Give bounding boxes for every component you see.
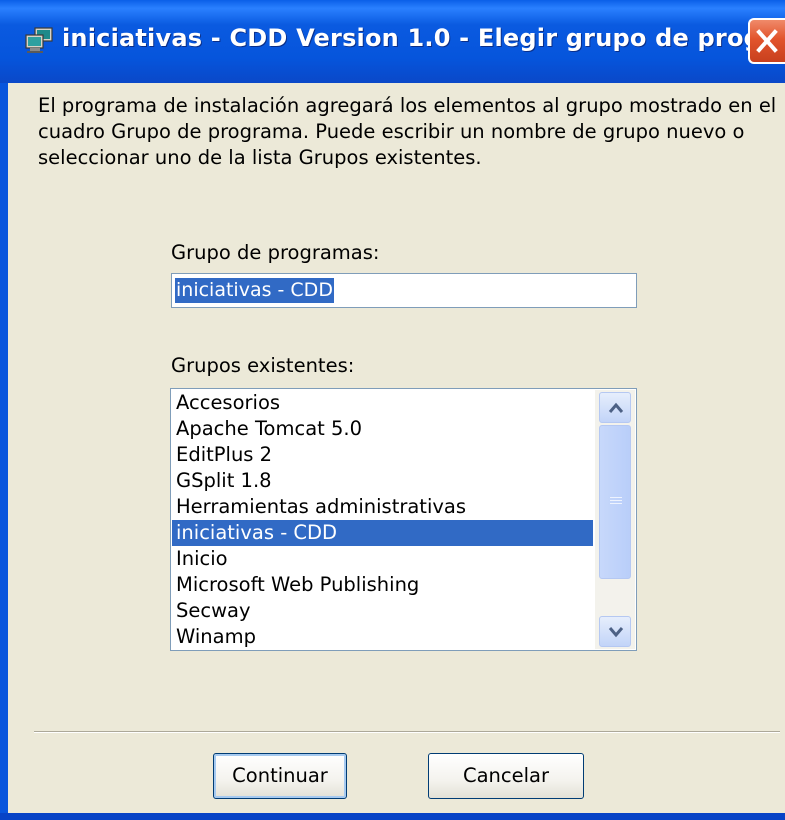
existing-groups-list[interactable]: Accesorios Apache Tomcat 5.0 EditPlus 2 … [170,388,637,651]
scroll-up-button[interactable] [599,392,631,423]
list-item[interactable]: Accesorios [172,390,593,416]
list-item[interactable]: Apache Tomcat 5.0 [172,416,593,442]
list-item[interactable]: Herramientas administrativas [172,494,593,520]
existing-groups-items: Accesorios Apache Tomcat 5.0 EditPlus 2 … [172,390,593,650]
list-item[interactable]: GSplit 1.8 [172,468,593,494]
window-bottom-border [0,813,785,820]
scroll-grip [610,497,622,498]
chevron-down-icon [608,627,624,638]
list-item-selected[interactable]: iniciativas - CDD [172,520,593,546]
description-text: El programa de instalación agregará los … [38,94,777,169]
list-item[interactable]: Inicio [172,546,593,572]
program-group-value: iniciativas - CDD [175,278,334,303]
title-bar[interactable]: iniciativas - CDD Version 1.0 - Elegir g… [0,0,785,83]
list-item[interactable]: EditPlus 2 [172,442,593,468]
list-item[interactable]: Winamp [172,624,593,650]
dialog-body: El programa de instalación agregará los … [8,83,785,813]
close-x-icon [756,29,778,53]
program-group-input[interactable]: iniciativas - CDD [171,273,637,308]
cancel-button-label: Cancelar [462,764,550,787]
separator-line [34,731,780,733]
chevron-up-icon [608,402,624,413]
scroll-thumb[interactable] [599,425,631,579]
existing-groups-label: Grupos existentes: [171,354,355,377]
continue-button-label: Continuar [232,764,328,787]
dialog-window: iniciativas - CDD Version 1.0 - Elegir g… [0,0,785,820]
close-button[interactable] [748,18,785,64]
list-item[interactable]: Secway [172,598,593,624]
window-title: iniciativas - CDD Version 1.0 - Elegir g… [62,24,785,52]
scroll-down-button[interactable] [599,616,631,647]
list-item[interactable]: Microsoft Web Publishing [172,572,593,598]
installer-computer-icon [24,26,54,54]
program-group-label: Grupo de programas: [171,241,380,264]
vertical-scrollbar[interactable] [595,390,635,649]
continue-button[interactable]: Continuar [213,753,347,799]
cancel-button[interactable]: Cancelar [428,753,584,799]
